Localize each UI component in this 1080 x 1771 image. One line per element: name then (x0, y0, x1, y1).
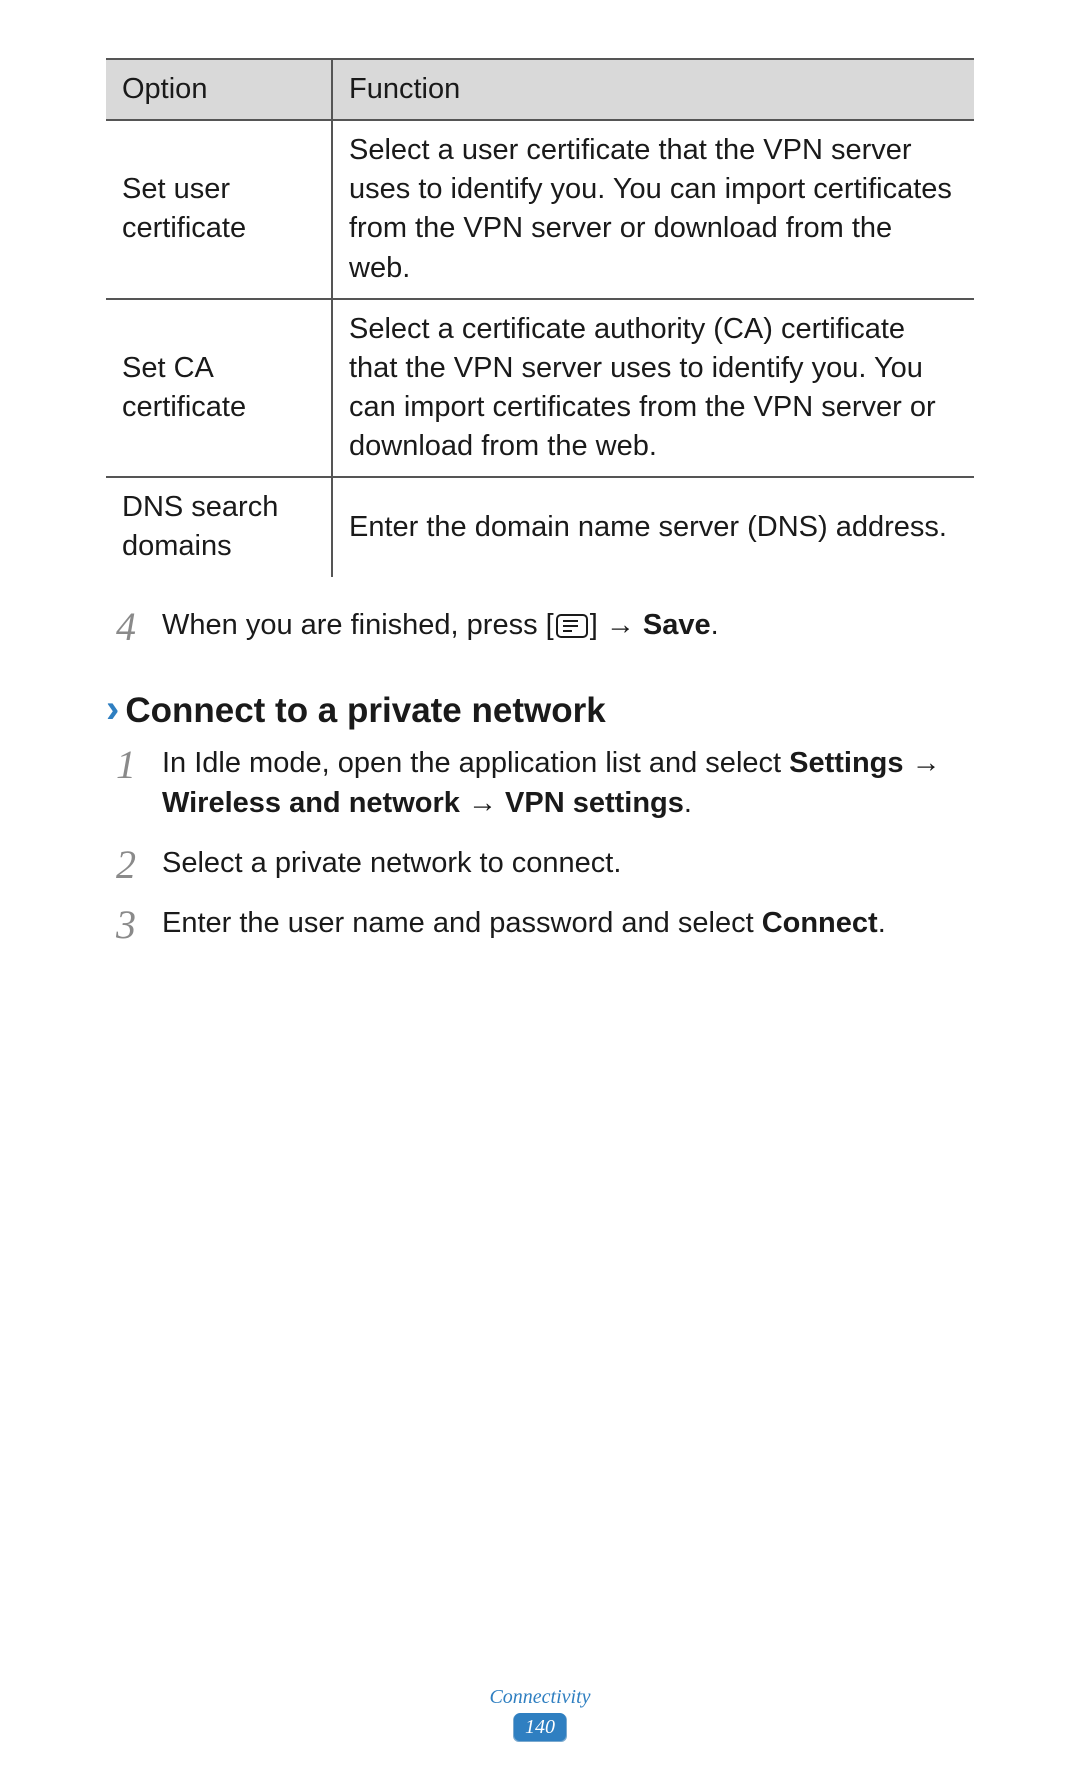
cell-function: Select a certificate authority (CA) cert… (332, 299, 974, 478)
step-text: Enter the user name and password and sel… (162, 907, 762, 939)
step-number: 1 (106, 737, 146, 792)
menu-icon (556, 614, 588, 638)
step-list-prefix: 4 When you are finished, press [] → Save… (106, 605, 974, 645)
step-text: In Idle mode, open the application list … (162, 747, 789, 779)
step-number: 2 (106, 837, 146, 892)
step-bold: VPN settings (505, 787, 684, 819)
col-header-option: Option (106, 59, 332, 120)
step-text: Select a private network to connect. (162, 847, 621, 879)
step-list: 1 In Idle mode, open the application lis… (106, 743, 974, 943)
list-item: 1 In Idle mode, open the application lis… (106, 743, 974, 823)
step-bold: Connect (762, 907, 878, 939)
step-number: 3 (106, 897, 146, 952)
cell-option: Set user certificate (106, 120, 332, 299)
step-text: . (684, 787, 692, 819)
col-header-function: Function (332, 59, 974, 120)
list-item: 3 Enter the user name and password and s… (106, 903, 974, 943)
options-table: Option Function Set user certificate Sel… (106, 58, 974, 577)
step-text-pre: When you are finished, press [ (162, 609, 554, 641)
step-text-post: ] → (590, 609, 643, 641)
page-footer: Connectivity 140 (0, 1686, 1080, 1741)
step-save: Save (643, 609, 711, 641)
step-bold: Settings (789, 747, 903, 779)
table-row: DNS search domains Enter the domain name… (106, 477, 974, 576)
table-row: Set CA certificate Select a certificate … (106, 299, 974, 478)
step-bold: Wireless and network (162, 787, 460, 819)
list-item: 4 When you are finished, press [] → Save… (106, 605, 974, 645)
section-heading: › Connect to a private network (106, 689, 974, 731)
cell-function: Enter the domain name server (DNS) addre… (332, 477, 974, 576)
cell-option: DNS search domains (106, 477, 332, 576)
document-page: Option Function Set user certificate Sel… (0, 0, 1080, 1771)
step-number: 4 (106, 599, 146, 654)
cell-option: Set CA certificate (106, 299, 332, 478)
step-text: → (460, 787, 505, 819)
footer-section-label: Connectivity (0, 1686, 1080, 1709)
step-text: → (904, 747, 941, 779)
step-period: . (711, 609, 719, 641)
table-row: Set user certificate Select a user certi… (106, 120, 974, 299)
chevron-right-icon: › (106, 689, 119, 729)
list-item: 2 Select a private network to connect. (106, 843, 974, 883)
step-text: . (878, 907, 886, 939)
page-number-badge: 140 (514, 1713, 566, 1741)
cell-function: Select a user certificate that the VPN s… (332, 120, 974, 299)
heading-text: Connect to a private network (125, 691, 605, 731)
